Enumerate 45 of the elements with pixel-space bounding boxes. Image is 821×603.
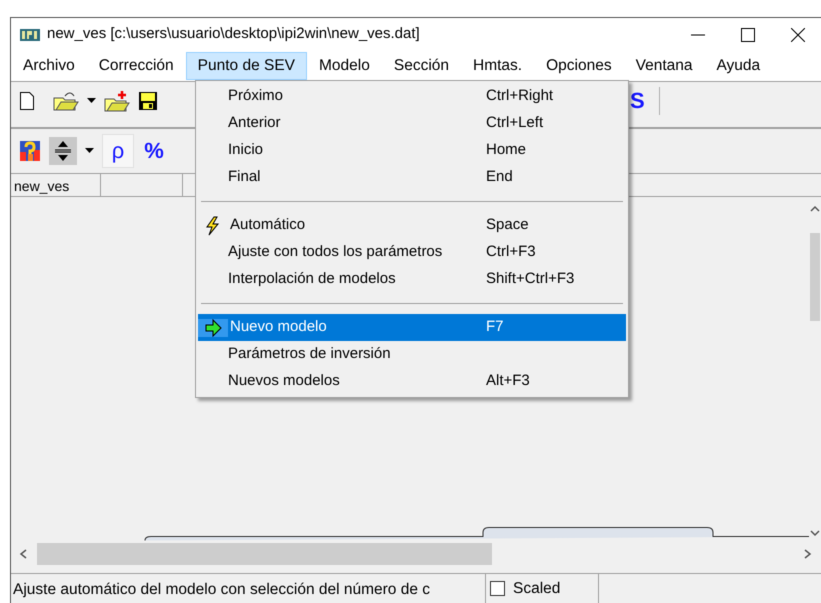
- menu-item[interactable]: Automático Space: [198, 212, 626, 239]
- menu-item[interactable]: Anterior Ctrl+Left: [198, 110, 626, 137]
- scroll-thumb[interactable]: [37, 543, 492, 565]
- status-message: Ajuste automático del modelo con selección del número de c: [11, 574, 486, 603]
- menu-item[interactable]: Próximo Ctrl+Right: [198, 83, 626, 110]
- caret-icon[interactable]: [85, 148, 94, 154]
- sort-icon[interactable]: [49, 137, 77, 165]
- menu-item[interactable]: Interpolación de modelos Shift+Ctrl+F3: [198, 266, 626, 293]
- menu-item[interactable]: Ayuda: [704, 52, 772, 80]
- menu-item[interactable]: Final End: [198, 164, 626, 191]
- menu-item[interactable]: Sección: [382, 52, 462, 80]
- open-folder-icon[interactable]: [53, 90, 79, 110]
- checkbox[interactable]: [490, 581, 505, 596]
- add-folder-icon[interactable]: [104, 90, 130, 112]
- new-file-icon[interactable]: [19, 90, 35, 110]
- menu-item[interactable]: Hmtas.: [461, 52, 534, 80]
- menu-item[interactable]: Archivo: [11, 52, 87, 80]
- app-icon: [19, 26, 41, 42]
- lightning-icon: [205, 216, 221, 236]
- menu-item[interactable]: Nuevo modelo F7: [198, 314, 626, 341]
- scroll-thumb[interactable]: [810, 233, 820, 321]
- maximize-icon: [741, 28, 755, 42]
- menu-item[interactable]: Inicio Home: [198, 137, 626, 164]
- help-chart-icon[interactable]: [19, 140, 41, 162]
- menu-item[interactable]: Parámetros de inversión: [198, 341, 626, 368]
- caret-icon[interactable]: [87, 98, 96, 104]
- toolbar-button[interactable]: %: [138, 134, 170, 168]
- header-cell: new_ves: [11, 174, 101, 196]
- save-icon[interactable]: [138, 90, 158, 110]
- toolbar-glyph[interactable]: S: [630, 90, 645, 112]
- scroll-down-icon[interactable]: [810, 529, 820, 537]
- menu-item[interactable]: Modelo: [307, 52, 382, 80]
- menu-item[interactable]: Nuevos modelos Alt+F3: [198, 368, 626, 395]
- menu-item[interactable]: Corrección: [86, 52, 186, 80]
- menu-item[interactable]: Ajuste con todos los parámetros Ctrl+F3: [198, 239, 626, 266]
- close-icon: [791, 28, 805, 42]
- menu-item[interactable]: Opciones: [534, 52, 624, 80]
- toolbar-button[interactable]: ρ: [102, 134, 134, 168]
- menu-item[interactable]: Ventana: [624, 52, 704, 80]
- menu-item[interactable]: Punto de SEV: [186, 52, 308, 80]
- minimize-icon: [691, 34, 705, 36]
- scroll-up-icon[interactable]: [810, 205, 820, 213]
- window-title: new_ves [c:\users\usuario\desktop\ipi2win\new_ves.dat]: [47, 24, 421, 44]
- arrow-icon: [204, 318, 222, 336]
- checkbox-label: Scaled: [513, 578, 560, 599]
